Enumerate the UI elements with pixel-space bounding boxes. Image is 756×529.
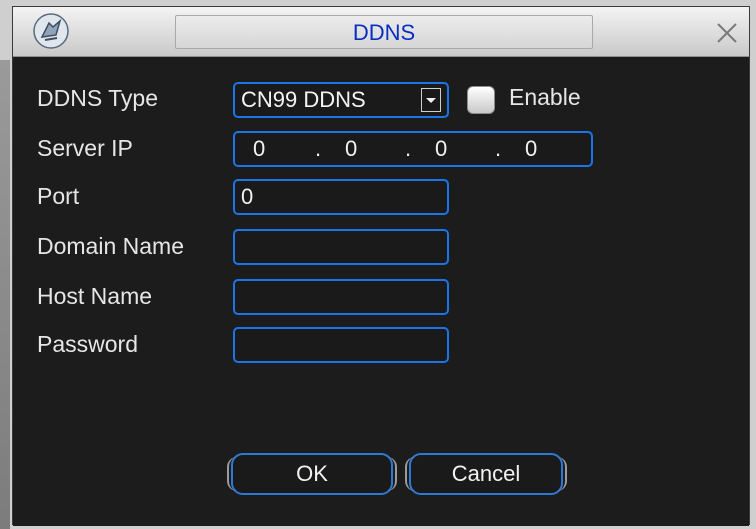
password-label: Password [37, 331, 138, 357]
ok-button[interactable]: OK [227, 453, 397, 495]
enable-label: Enable [509, 84, 581, 110]
server-ip-separator: . [405, 136, 412, 161]
port-field[interactable]: 0 [233, 179, 449, 215]
server-ip-octet-3: 0 [435, 136, 448, 161]
title-field: DDNS [175, 15, 593, 49]
ddns-type-label: DDNS Type [37, 85, 159, 111]
enable-checkbox[interactable] [467, 86, 495, 114]
port-label: Port [37, 183, 80, 209]
ddns-dialog: DDNS DDNS Type CN99 DDNS Enable Server I… [12, 6, 750, 526]
screen-frame: DDNS DDNS Type CN99 DDNS Enable Server I… [0, 0, 756, 529]
port-value: 0 [241, 184, 254, 209]
server-ip-octet-2: 0 [345, 136, 358, 161]
title-bar: DDNS [13, 7, 749, 57]
host-name-field[interactable] [233, 279, 449, 315]
domain-name-label: Domain Name [37, 233, 184, 259]
dropdown-arrow-button[interactable] [421, 88, 441, 112]
device-icon [31, 11, 71, 51]
password-field[interactable] [233, 327, 449, 363]
server-ip-separator: . [495, 136, 502, 161]
cancel-button[interactable]: Cancel [405, 453, 567, 495]
server-ip-label: Server IP [37, 135, 133, 161]
window-title: DDNS [352, 20, 416, 45]
server-ip-octet-4: 0 [525, 136, 538, 161]
chevron-down-icon [426, 98, 436, 103]
server-ip-field[interactable]: 0 . 0 . 0 . 0 [233, 131, 593, 167]
server-ip-separator: . [315, 136, 322, 161]
ddns-type-select[interactable]: CN99 DDNS [233, 82, 449, 118]
left-edge-strip [0, 60, 10, 529]
ddns-type-value: CN99 DDNS [241, 87, 366, 112]
close-icon[interactable] [711, 17, 743, 49]
server-ip-octet-1: 0 [253, 136, 266, 161]
host-name-label: Host Name [37, 283, 153, 309]
form-content: DDNS Type CN99 DDNS Enable Server IP 0 .… [13, 57, 749, 526]
domain-name-field[interactable] [233, 229, 449, 265]
